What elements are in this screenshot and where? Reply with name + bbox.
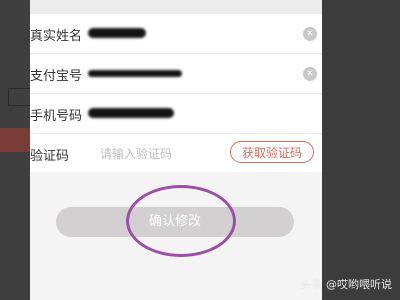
real-name-value-redacted [88,28,146,38]
verification-code-row: 验证码 获取验证码 [30,134,322,173]
background-red-block [0,128,30,152]
phone-number-label: 手机号码 [30,109,83,124]
phone-number-row[interactable]: 手机号码 [30,94,322,134]
top-strip [30,0,322,14]
real-name-row[interactable]: 真实姓名 ✕ [30,14,322,54]
watermark: 头条 @哎哟喂听说 [300,278,393,291]
verification-code-label: 验证码 [30,149,70,164]
clear-icon[interactable]: ✕ [303,67,317,81]
edit-account-panel: 真实姓名 ✕ 支付宝号 ✕ 手机号码 验证码 获取验证码 确认修改 [30,0,322,300]
alipay-account-label: 支付宝号 [30,69,83,84]
account-form: 真实姓名 ✕ 支付宝号 ✕ 手机号码 验证码 获取验证码 [30,14,322,172]
alipay-account-row[interactable]: 支付宝号 ✕ [30,54,322,94]
real-name-label: 真实姓名 [30,29,83,44]
background-right [322,0,400,300]
clear-icon[interactable]: ✕ [303,27,317,41]
phone-number-value-redacted [88,108,174,118]
confirm-change-button[interactable]: 确认修改 [56,207,294,237]
verification-code-input[interactable] [100,144,220,164]
get-verification-code-button[interactable]: 获取验证码 [230,141,314,163]
alipay-account-value-redacted [88,70,182,77]
